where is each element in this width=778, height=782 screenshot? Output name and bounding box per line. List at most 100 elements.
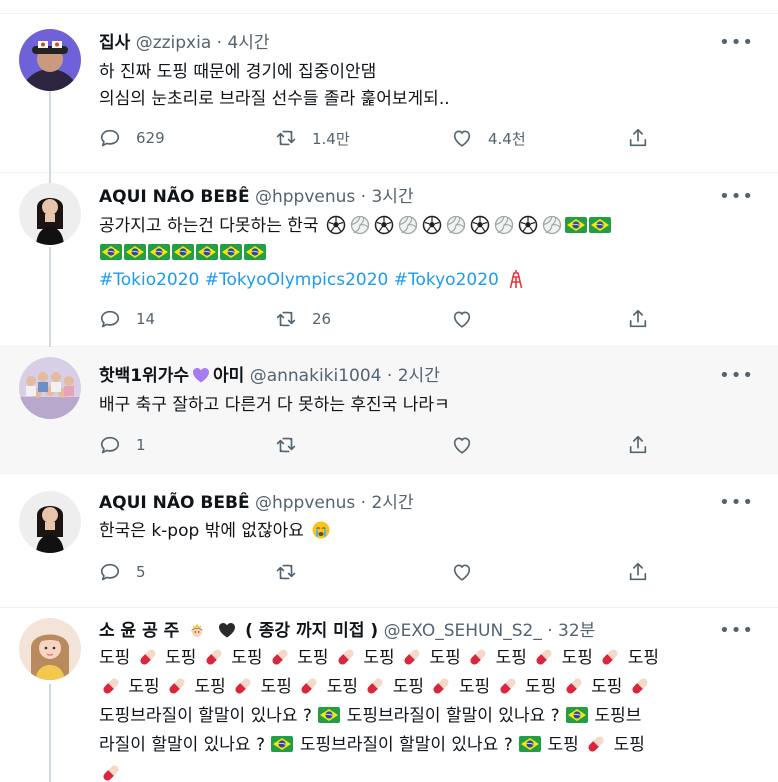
action-bar: 629 1.4만 4.4천 bbox=[99, 127, 659, 151]
soccer-ball-icon bbox=[517, 215, 539, 235]
tweet-header: AQUI NÃO BEBÊ @hppvenus · 3시간 bbox=[99, 186, 414, 208]
hashtag-link[interactable]: #Tokio2020 bbox=[99, 270, 199, 290]
volleyball-icon bbox=[397, 215, 419, 235]
timestamp[interactable]: 4시간 bbox=[227, 33, 269, 53]
like-icon bbox=[451, 434, 473, 456]
handle[interactable]: @hppvenus bbox=[255, 187, 355, 207]
more-options-icon[interactable]: ••• bbox=[719, 494, 754, 512]
avatar[interactable] bbox=[19, 183, 81, 245]
tweet-text-line: 한국은 k-pop 밖에 없잖아요 bbox=[99, 518, 759, 545]
pill-icon bbox=[100, 763, 122, 782]
retweet-button[interactable]: 26 bbox=[275, 308, 331, 330]
tweet-text-line bbox=[99, 760, 759, 782]
more-options-icon[interactable]: ••• bbox=[719, 622, 754, 640]
share-button[interactable] bbox=[627, 308, 649, 330]
reply-button[interactable]: 1 bbox=[99, 434, 146, 456]
reply-button[interactable]: 14 bbox=[99, 308, 155, 330]
handle[interactable]: @zzipxia bbox=[136, 33, 212, 53]
soccer-ball-icon bbox=[469, 215, 491, 235]
tweet-5[interactable]: 소 윤 공 주 ( 종강 까지 미접 ) @EXO_SEHUN_S2_ · 32… bbox=[0, 608, 778, 782]
avatar[interactable] bbox=[19, 491, 81, 553]
avatar[interactable] bbox=[19, 618, 81, 680]
retweet-count: 1.4만 bbox=[312, 129, 350, 148]
like-button[interactable]: 4.4천 bbox=[451, 127, 526, 149]
timestamp[interactable]: 32분 bbox=[558, 621, 595, 641]
tweet-2[interactable]: AQUI NÃO BEBÊ @hppvenus · 3시간 ••• 공가지고 하… bbox=[0, 173, 778, 347]
share-button[interactable] bbox=[627, 434, 649, 456]
display-name[interactable]: AQUI NÃO BEBÊ bbox=[99, 187, 250, 207]
pill-icon bbox=[137, 647, 159, 667]
pill-icon bbox=[269, 647, 291, 667]
tweet-text-line: 도핑 도핑 도핑 도핑 도핑 도핑 도핑 도핑 도핑 bbox=[99, 647, 660, 668]
retweet-button[interactable] bbox=[275, 434, 297, 456]
retweet-icon bbox=[275, 127, 297, 149]
volleyball-icon bbox=[541, 215, 563, 235]
tweet-4[interactable]: AQUI NÃO BEBÊ @hppvenus · 2시간 ••• 한국은 k-… bbox=[0, 474, 778, 608]
pill-icon bbox=[467, 647, 489, 667]
retweet-icon bbox=[275, 561, 297, 583]
tweet-text: 한국은 k-pop 밖에 없잖아요 bbox=[99, 518, 759, 545]
share-button[interactable] bbox=[627, 127, 649, 149]
brazil-flag-icon bbox=[519, 734, 541, 754]
share-button[interactable] bbox=[627, 561, 649, 583]
like-button[interactable] bbox=[451, 308, 488, 330]
avatar[interactable] bbox=[19, 29, 81, 91]
brazil-flag-icon bbox=[589, 215, 611, 235]
more-options-icon[interactable]: ••• bbox=[719, 367, 754, 385]
share-icon bbox=[627, 434, 649, 456]
hashtag-link[interactable]: #TokyoOlympics2020 bbox=[205, 270, 389, 290]
thread-line bbox=[49, 87, 51, 173]
reply-button[interactable]: 5 bbox=[99, 561, 146, 583]
retweet-icon bbox=[275, 434, 297, 456]
soccer-ball-icon bbox=[325, 215, 347, 235]
share-icon bbox=[627, 561, 649, 583]
soccer-ball-icon bbox=[373, 215, 395, 235]
display-name[interactable]: 소 윤 공 주 ( 종강 까지 미접 ) bbox=[99, 621, 378, 641]
retweet-button[interactable] bbox=[275, 561, 297, 583]
tweet-text: 하 진짜 도핑 때문에 경기에 집중이안댐 의심의 눈초리로 브라질 선수들 졸… bbox=[99, 59, 759, 113]
tweet-text-line: 배구 축구 잘하고 다른거 다 못하는 후진국 나라ㅋ bbox=[99, 395, 450, 415]
handle[interactable]: @hppvenus bbox=[255, 493, 355, 513]
timestamp[interactable]: 3시간 bbox=[371, 187, 413, 207]
brazil-flag-icon bbox=[148, 242, 170, 262]
handle[interactable]: @EXO_SEHUN_S2_ bbox=[384, 621, 542, 641]
share-icon bbox=[627, 127, 649, 149]
thread-line bbox=[49, 247, 51, 347]
tweet-text: 공가지고 하는건 다못하는 한국 #Tokio2020 #TokyoOlympi… bbox=[99, 213, 759, 294]
separator: · bbox=[360, 493, 367, 513]
tweet-3[interactable]: 핫백1위가수 아미 @annakiki1004 · 2시간 ••• 배구 축구 잘… bbox=[0, 347, 778, 474]
retweet-count: 26 bbox=[312, 310, 332, 328]
volleyball-icon bbox=[445, 215, 467, 235]
display-name[interactable]: AQUI NÃO BEBÊ bbox=[99, 493, 250, 513]
reply-count: 1 bbox=[136, 436, 146, 454]
display-name[interactable]: 핫백1위가수 아미 bbox=[99, 366, 244, 386]
reply-button[interactable]: 629 bbox=[99, 127, 165, 149]
share-icon bbox=[627, 308, 649, 330]
pill-icon bbox=[497, 676, 519, 696]
brazil-flag-icon bbox=[172, 242, 194, 262]
brazil-flag-icon bbox=[318, 705, 340, 725]
avatar[interactable] bbox=[19, 357, 81, 419]
like-button[interactable] bbox=[451, 561, 473, 583]
timestamp[interactable]: 2시간 bbox=[371, 493, 413, 513]
separator: · bbox=[360, 187, 367, 207]
handle[interactable]: @annakiki1004 bbox=[250, 366, 382, 386]
tweet-1[interactable]: 집사 @zzipxia · 4시간 ••• 하 진짜 도핑 때문에 경기에 집중… bbox=[0, 15, 778, 173]
pill-icon bbox=[563, 676, 585, 696]
pill-icon bbox=[430, 676, 452, 696]
hashtag-link[interactable]: #Tokyo2020 bbox=[394, 270, 499, 290]
brazil-flag-icon bbox=[565, 215, 587, 235]
display-name[interactable]: 집사 bbox=[99, 33, 130, 53]
pill-icon bbox=[364, 676, 386, 696]
like-button[interactable] bbox=[451, 434, 473, 456]
tweet-header: 핫백1위가수 아미 @annakiki1004 · 2시간 bbox=[99, 365, 440, 387]
retweet-button[interactable]: 1.4만 bbox=[275, 127, 350, 149]
reply-icon bbox=[99, 434, 121, 456]
volleyball-icon bbox=[349, 215, 371, 235]
more-options-icon[interactable]: ••• bbox=[719, 34, 754, 52]
more-options-icon[interactable]: ••• bbox=[719, 188, 754, 206]
timestamp[interactable]: 2시간 bbox=[398, 366, 440, 386]
brazil-flag-icon bbox=[271, 734, 293, 754]
tweet-text: 도핑 도핑 도핑 도핑 도핑 도핑 도핑 도핑 도핑 도핑 도핑 도핑 도핑 도… bbox=[99, 644, 759, 782]
separator: · bbox=[386, 366, 393, 386]
